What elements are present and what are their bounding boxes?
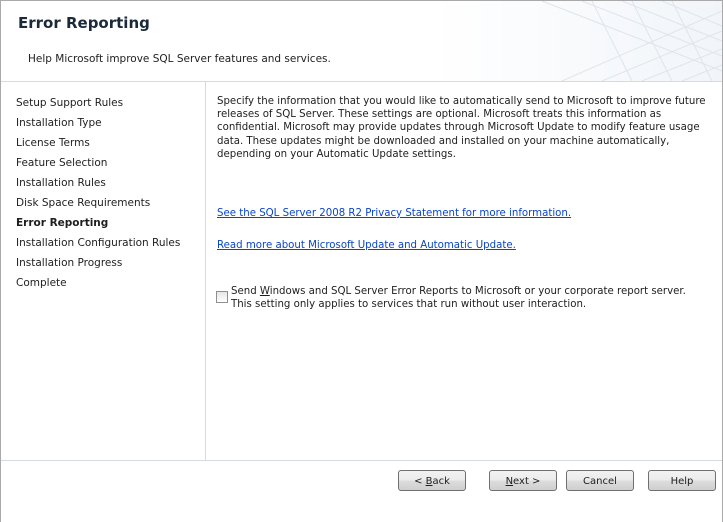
error-reports-label-rest: indows and SQL Server Error Reports to M… bbox=[231, 286, 686, 311]
next-button-post: ext > bbox=[513, 476, 541, 487]
next-button[interactable]: Next > bbox=[489, 470, 557, 491]
microsoft-update-link[interactable]: Read more about Microsoft Update and Aut… bbox=[217, 240, 516, 251]
page-subtitle: Help Microsoft improve SQL Server featur… bbox=[28, 53, 331, 65]
page-title: Error Reporting bbox=[18, 14, 150, 32]
header-decoration-graphic bbox=[541, 1, 722, 81]
sidebar-item-setup-support-rules[interactable]: Setup Support Rules bbox=[16, 96, 180, 116]
back-button-post: ack bbox=[432, 476, 450, 487]
sidebar-item-feature-selection[interactable]: Feature Selection bbox=[16, 156, 180, 176]
main-content: Specify the information that you would l… bbox=[217, 95, 712, 161]
sidebar-item-installation-progress[interactable]: Installation Progress bbox=[16, 256, 180, 276]
setup-steps-list: Setup Support Rules Installation Type Lice… bbox=[16, 96, 180, 296]
back-button[interactable]: < Back bbox=[398, 470, 466, 491]
sidebar-item-error-reporting[interactable]: Error Reporting bbox=[16, 216, 180, 236]
error-reports-label-accel: W bbox=[259, 286, 270, 297]
next-button-accel: N bbox=[505, 476, 514, 487]
privacy-statement-link[interactable]: See the SQL Server 2008 R2 Privacy State… bbox=[217, 208, 571, 219]
sidebar-item-installation-rules[interactable]: Installation Rules bbox=[16, 176, 180, 196]
setup-steps-sidebar: Setup Support Rules Installation Type Lice… bbox=[1, 82, 206, 460]
sidebar-item-installation-configuration-rules[interactable]: Installation Configuration Rules bbox=[16, 236, 180, 256]
back-button-accel: B bbox=[425, 476, 433, 487]
error-reports-label[interactable]: Send Windows and SQL Server Error Report… bbox=[231, 285, 706, 311]
back-button-pre: < bbox=[414, 476, 426, 487]
description-text: Specify the information that you would l… bbox=[217, 96, 706, 160]
error-reports-label-prefix: Send bbox=[231, 286, 260, 297]
error-reports-option[interactable]: Send Windows and SQL Server Error Report… bbox=[216, 285, 706, 311]
cancel-button[interactable]: Cancel bbox=[566, 470, 634, 491]
help-button[interactable]: Help bbox=[648, 470, 716, 491]
sidebar-item-complete[interactable]: Complete bbox=[16, 276, 180, 296]
sidebar-item-license-terms[interactable]: License Terms bbox=[16, 136, 180, 156]
page-header: Error Reporting Help Microsoft improve S… bbox=[1, 1, 722, 82]
error-reports-checkbox[interactable] bbox=[216, 291, 228, 303]
sidebar-item-installation-type[interactable]: Installation Type bbox=[16, 116, 180, 136]
sidebar-item-disk-space-requirements[interactable]: Disk Space Requirements bbox=[16, 196, 180, 216]
